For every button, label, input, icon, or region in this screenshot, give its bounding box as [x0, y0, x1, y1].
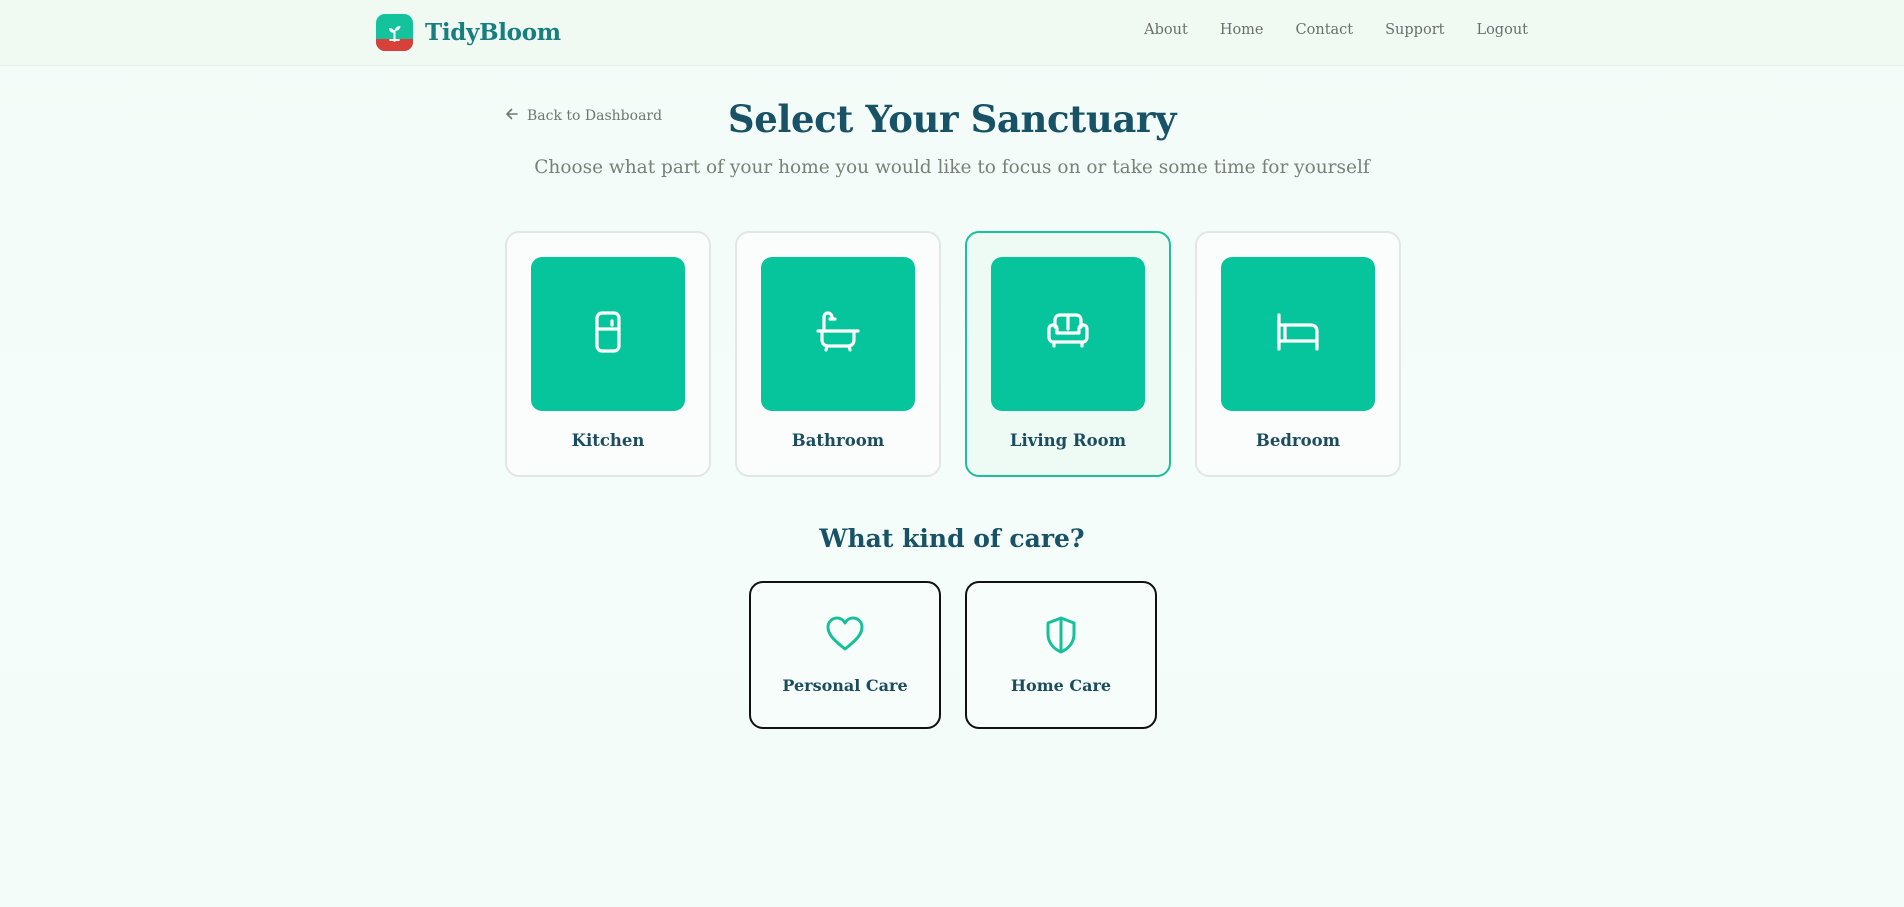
page-subtitle: Choose what part of your home you would … [534, 157, 1370, 178]
room-card-bedroom[interactable]: Bedroom [1195, 231, 1401, 477]
top-navbar: TidyBloom About Home Contact Support Log… [0, 0, 1904, 66]
room-options: Kitchen Bathroom Living Room Bedroom [505, 231, 1401, 477]
bed-icon [1273, 307, 1323, 361]
room-card-bathroom[interactable]: Bathroom [735, 231, 941, 477]
main-nav: About Home Contact Support Logout [1144, 22, 1528, 38]
care-label: Personal Care [782, 676, 908, 695]
brand-name: TidyBloom [425, 19, 561, 46]
room-label: Kitchen [571, 431, 645, 450]
care-label: Home Care [1010, 676, 1112, 695]
room-tile [761, 257, 915, 411]
room-card-living-room[interactable]: Living Room [965, 231, 1171, 477]
sprout-icon [376, 14, 413, 51]
nav-link-logout[interactable]: Logout [1476, 22, 1528, 38]
care-card-personal[interactable]: Personal Care [749, 581, 941, 729]
bathtub-icon [813, 307, 863, 361]
room-tile [991, 257, 1145, 411]
room-label: Bedroom [1255, 431, 1341, 450]
brand[interactable]: TidyBloom [376, 14, 561, 51]
care-card-home[interactable]: Home Care [965, 581, 1157, 729]
nav-link-home[interactable]: Home [1220, 22, 1264, 38]
page-title: Select Your Sanctuary [727, 97, 1177, 141]
care-heading: What kind of care? [819, 524, 1085, 553]
room-tile [1221, 257, 1375, 411]
care-options: Personal Care Home Care [749, 581, 1157, 729]
heart-icon [751, 615, 939, 653]
room-label: Living Room [1009, 431, 1127, 450]
nav-link-support[interactable]: Support [1385, 22, 1444, 38]
room-tile [531, 257, 685, 411]
nav-link-about[interactable]: About [1144, 22, 1188, 38]
room-label: Bathroom [791, 431, 885, 450]
nav-link-contact[interactable]: Contact [1296, 22, 1354, 38]
shield-icon [967, 615, 1155, 655]
refrigerator-icon [585, 309, 631, 359]
room-card-kitchen[interactable]: Kitchen [505, 231, 711, 477]
sofa-icon [1043, 307, 1093, 361]
